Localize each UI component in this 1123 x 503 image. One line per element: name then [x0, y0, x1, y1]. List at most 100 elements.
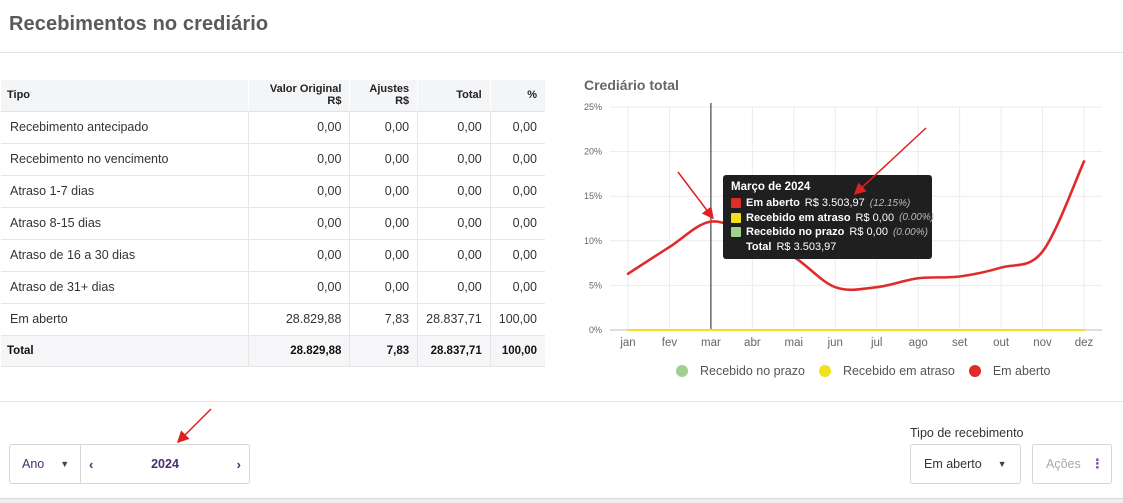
chevron-down-icon: ▼: [997, 459, 1007, 469]
chart-title: Crediário total: [584, 77, 679, 93]
table-cell-percent: 100,00: [489, 335, 545, 367]
table-cell-ajustes: 0,00: [349, 143, 418, 176]
table-row: Atraso de 16 a 30 dias 0,00 0,00 0,00 0,00: [1, 239, 545, 272]
table-cell-percent: 0,00: [489, 175, 545, 208]
table-row: Atraso 1-7 dias 0,00 0,00 0,00 0,00: [1, 175, 545, 208]
y-tick-label: 15%: [584, 191, 602, 201]
chevron-left-icon[interactable]: ‹: [89, 457, 93, 472]
tooltip-series-value: R$ 0,00: [849, 226, 888, 239]
page-header: Recebimentos no crediário: [0, 0, 1123, 53]
legend-dot-icon: [818, 365, 831, 377]
table-cell-ajustes: 0,00: [349, 111, 418, 144]
y-tick-label: 5%: [589, 280, 602, 290]
legend-item[interactable]: Recebido no prazo: [676, 364, 805, 378]
table-cell-valor-original: 0,00: [248, 143, 350, 176]
table-cell-valor-original: 0,00: [248, 111, 350, 144]
col-valor-original: Valor Original R$: [248, 80, 350, 112]
receipt-type-value: Em aberto: [924, 457, 982, 471]
year-value: 2024: [151, 457, 179, 471]
legend-dot-icon: [968, 365, 981, 377]
chevron-down-icon: ▼: [60, 459, 70, 469]
table-cell-ajustes: 7,83: [349, 303, 418, 336]
tooltip-total-label: Total: [746, 240, 772, 253]
x-tick-label: ago: [909, 337, 928, 349]
tooltip-series-name: Recebido no prazo: [746, 226, 845, 239]
table-cell-total: 0,00: [417, 239, 491, 272]
tooltip-series-name: Em aberto: [746, 197, 800, 210]
table-cell-percent: 0,00: [489, 143, 545, 176]
table-row: Recebimento no vencimento 0,00 0,00 0,00 0,0…: [1, 143, 545, 176]
table-cell-valor-original: 0,00: [248, 175, 350, 208]
legend-label: Em aberto: [992, 364, 1051, 378]
table-cell-tipo: Total: [1, 335, 249, 367]
table-row: Atraso 8-15 dias 0,00 0,00 0,00 0,00: [1, 207, 545, 240]
col-percent: %: [489, 80, 545, 112]
table-cell-ajustes: 0,00: [349, 175, 418, 208]
chevron-right-icon[interactable]: ›: [237, 457, 241, 472]
table-cell-ajustes: 0,00: [349, 207, 418, 240]
year-navigator: ‹ 2024 ›: [81, 445, 249, 483]
table-cell-total: 0,00: [417, 207, 491, 240]
table-cell-total: 28.837,71: [417, 303, 491, 336]
tooltip-series-percent: (0.00%): [892, 226, 928, 238]
tooltip-series-percent: (0.00%): [899, 212, 935, 224]
bottom-scrollbar[interactable]: [0, 498, 1123, 503]
legend-dot-icon: [676, 365, 688, 377]
table-cell-tipo: Atraso de 31+ dias: [1, 271, 249, 304]
table-cell-percent: 0,00: [489, 271, 545, 304]
table-cell-valor-original: 0,00: [248, 239, 350, 272]
y-tick-label: 25%: [584, 102, 602, 112]
actions-label: Ações: [1046, 457, 1081, 471]
x-tick-label: set: [952, 337, 968, 349]
legend-label: Recebido em atraso: [842, 364, 955, 378]
table-cell-percent: 0,00: [489, 111, 545, 144]
table-cell-tipo: Atraso 1-7 dias: [1, 175, 249, 208]
table-cell-tipo: Atraso de 16 a 30 dias: [1, 239, 249, 272]
y-tick-label: 20%: [584, 147, 602, 157]
receipts-table: Tipo Valor Original R$ Ajustes R$ Total …: [1, 80, 545, 367]
x-tick-label: mai: [785, 337, 804, 349]
chart-legend: Recebido no prazo Recebido em atraso Em ab…: [676, 364, 1064, 378]
receipt-type-select[interactable]: Em aberto ▼: [910, 444, 1021, 484]
kebab-menu-icon: ⋮: [1090, 456, 1104, 471]
table-cell-percent: 0,00: [489, 239, 545, 272]
section-divider: [0, 401, 1123, 402]
chart-tooltip: Março de 2024 Em aberto R$ 3.503,97 (12.15…: [723, 175, 935, 259]
table-cell-percent: 100,00: [489, 303, 545, 336]
col-total: Total: [417, 80, 491, 112]
period-filter: Ano ▼ ‹ 2024 ›: [9, 444, 250, 484]
y-tick-label: 10%: [584, 236, 602, 246]
x-tick-label: jul: [870, 337, 883, 349]
series-swatch: [731, 198, 741, 209]
legend-item[interactable]: Em aberto: [968, 364, 1051, 378]
table-cell-ajustes: 0,00: [349, 271, 418, 304]
table-cell-valor-original: 0,00: [248, 207, 350, 240]
actions-button[interactable]: Ações ⋮: [1032, 444, 1112, 484]
table-cell-ajustes: 0,00: [349, 239, 418, 272]
x-tick-label: jan: [619, 337, 635, 349]
x-tick-label: jun: [827, 337, 843, 349]
x-tick-label: out: [993, 337, 1010, 349]
tooltip-series-percent: (12.15%): [869, 197, 911, 209]
table-total-row: Total 28.829,88 7,83 28.837,71 100,00: [1, 335, 545, 367]
table-cell-tipo: Atraso 8-15 dias: [1, 207, 249, 240]
table-cell-valor-original: 28.829,88: [248, 335, 350, 367]
y-tick-label: 0%: [589, 325, 602, 335]
table-cell-valor-original: 0,00: [248, 271, 350, 304]
table-cell-total: 0,00: [417, 143, 491, 176]
tooltip-series-name: Recebido em atraso: [746, 211, 851, 224]
table-row: Em aberto 28.829,88 7,83 28.837,71 100,00: [1, 303, 545, 336]
table-cell-tipo: Recebimento antecipado: [1, 111, 249, 144]
period-type-select[interactable]: Ano ▼: [10, 445, 81, 483]
col-ajustes: Ajustes R$: [349, 80, 418, 112]
receipt-type-label: Tipo de recebimento: [910, 426, 1024, 440]
table-cell-total: 0,00: [417, 111, 491, 144]
table-cell-total: 28.837,71: [417, 335, 491, 367]
table-cell-total: 0,00: [417, 271, 491, 304]
legend-item[interactable]: Recebido em atraso: [818, 364, 955, 378]
tooltip-total-value: R$ 3.503,97: [776, 240, 837, 253]
legend-label: Recebido no prazo: [700, 364, 805, 378]
table-cell-total: 0,00: [417, 175, 491, 208]
table-row: Atraso de 31+ dias 0,00 0,00 0,00 0,00: [1, 271, 545, 304]
tooltip-series-value: R$ 3.503,97: [804, 197, 865, 210]
